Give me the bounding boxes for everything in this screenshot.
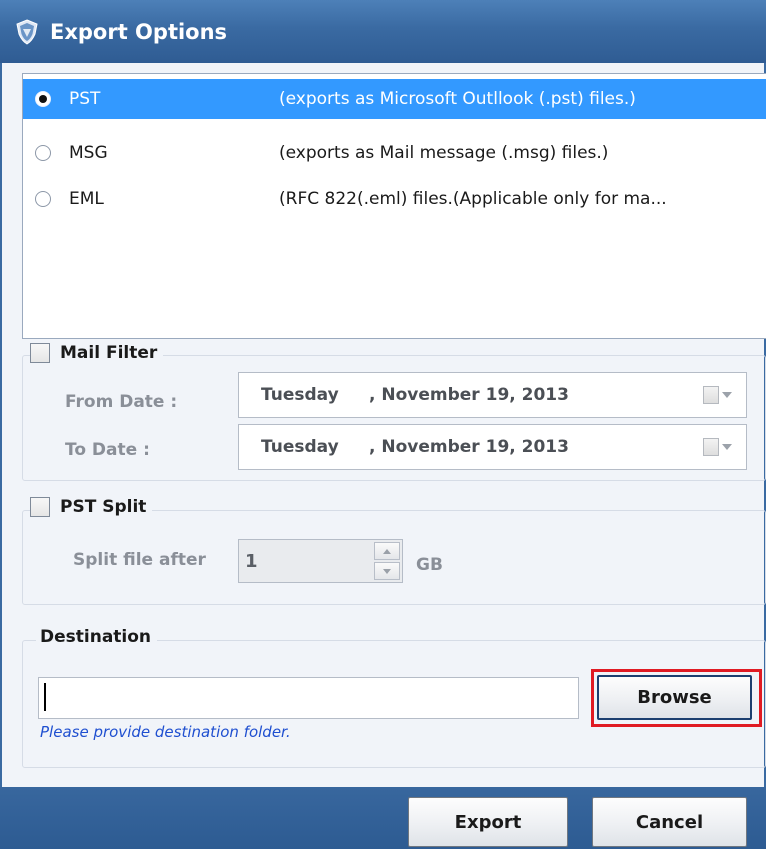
calendar-dropdown-icon[interactable]	[703, 386, 732, 404]
to-date-day: Tuesday	[261, 437, 339, 457]
window-title: Export Options	[50, 19, 228, 44]
mail-filter-checkbox[interactable]	[30, 343, 50, 363]
split-unit-label: GB	[416, 555, 443, 575]
to-date-value: , November 19, 2013	[369, 437, 569, 457]
format-option-msg[interactable]: MSG (exports as Mail message (.msg) file…	[23, 133, 766, 173]
pst-split-checkbox[interactable]	[30, 497, 50, 517]
split-size-stepper[interactable]: 1	[238, 539, 403, 583]
pst-split-header: PST Split	[30, 497, 153, 517]
format-option-pst[interactable]: PST (exports as Microsoft Outllook (.pst…	[23, 79, 766, 119]
browse-button[interactable]: Browse	[597, 675, 752, 720]
radio-eml[interactable]	[35, 191, 51, 207]
radio-msg[interactable]	[35, 145, 51, 161]
radio-pst[interactable]	[35, 91, 51, 107]
from-date-day: Tuesday	[261, 385, 339, 405]
cancel-button[interactable]: Cancel	[592, 797, 747, 847]
title-bar: Export Options	[0, 0, 766, 63]
split-size-value: 1	[245, 550, 258, 572]
from-date-value: , November 19, 2013	[369, 385, 569, 405]
destination-hint: Please provide destination folder.	[40, 723, 291, 741]
mail-filter-label: Mail Filter	[60, 343, 158, 363]
pst-split-label: PST Split	[60, 497, 147, 517]
app-shield-icon	[12, 17, 42, 47]
format-option-eml[interactable]: EML (RFC 822(.eml) files.(Applicable onl…	[23, 179, 766, 219]
spin-up-icon[interactable]	[374, 542, 400, 560]
to-date-picker[interactable]: Tuesday , November 19, 2013	[238, 424, 747, 470]
destination-input[interactable]	[38, 677, 579, 719]
format-name: PST	[69, 89, 101, 109]
format-description: (RFC 822(.eml) files.(Applicable only fo…	[279, 189, 667, 209]
from-date-label: From Date :	[65, 392, 178, 412]
destination-label: Destination	[40, 627, 152, 647]
spin-down-icon[interactable]	[374, 562, 400, 580]
format-list[interactable]: PST (exports as Microsoft Outllook (.pst…	[22, 73, 766, 339]
to-date-label: To Date :	[65, 440, 150, 460]
format-description: (exports as Mail message (.msg) files.)	[279, 143, 609, 163]
text-cursor	[44, 683, 46, 711]
mail-filter-header: Mail Filter	[30, 343, 164, 363]
format-description: (exports as Microsoft Outllook (.pst) fi…	[279, 89, 636, 109]
spin-buttons[interactable]	[374, 542, 400, 580]
destination-header: Destination	[36, 627, 158, 647]
export-button[interactable]: Export	[408, 797, 568, 847]
calendar-dropdown-icon[interactable]	[703, 438, 732, 456]
from-date-picker[interactable]: Tuesday , November 19, 2013	[238, 372, 747, 418]
split-file-after-label: Split file after	[73, 550, 206, 570]
format-name: EML	[69, 189, 104, 209]
format-name: MSG	[69, 143, 108, 163]
